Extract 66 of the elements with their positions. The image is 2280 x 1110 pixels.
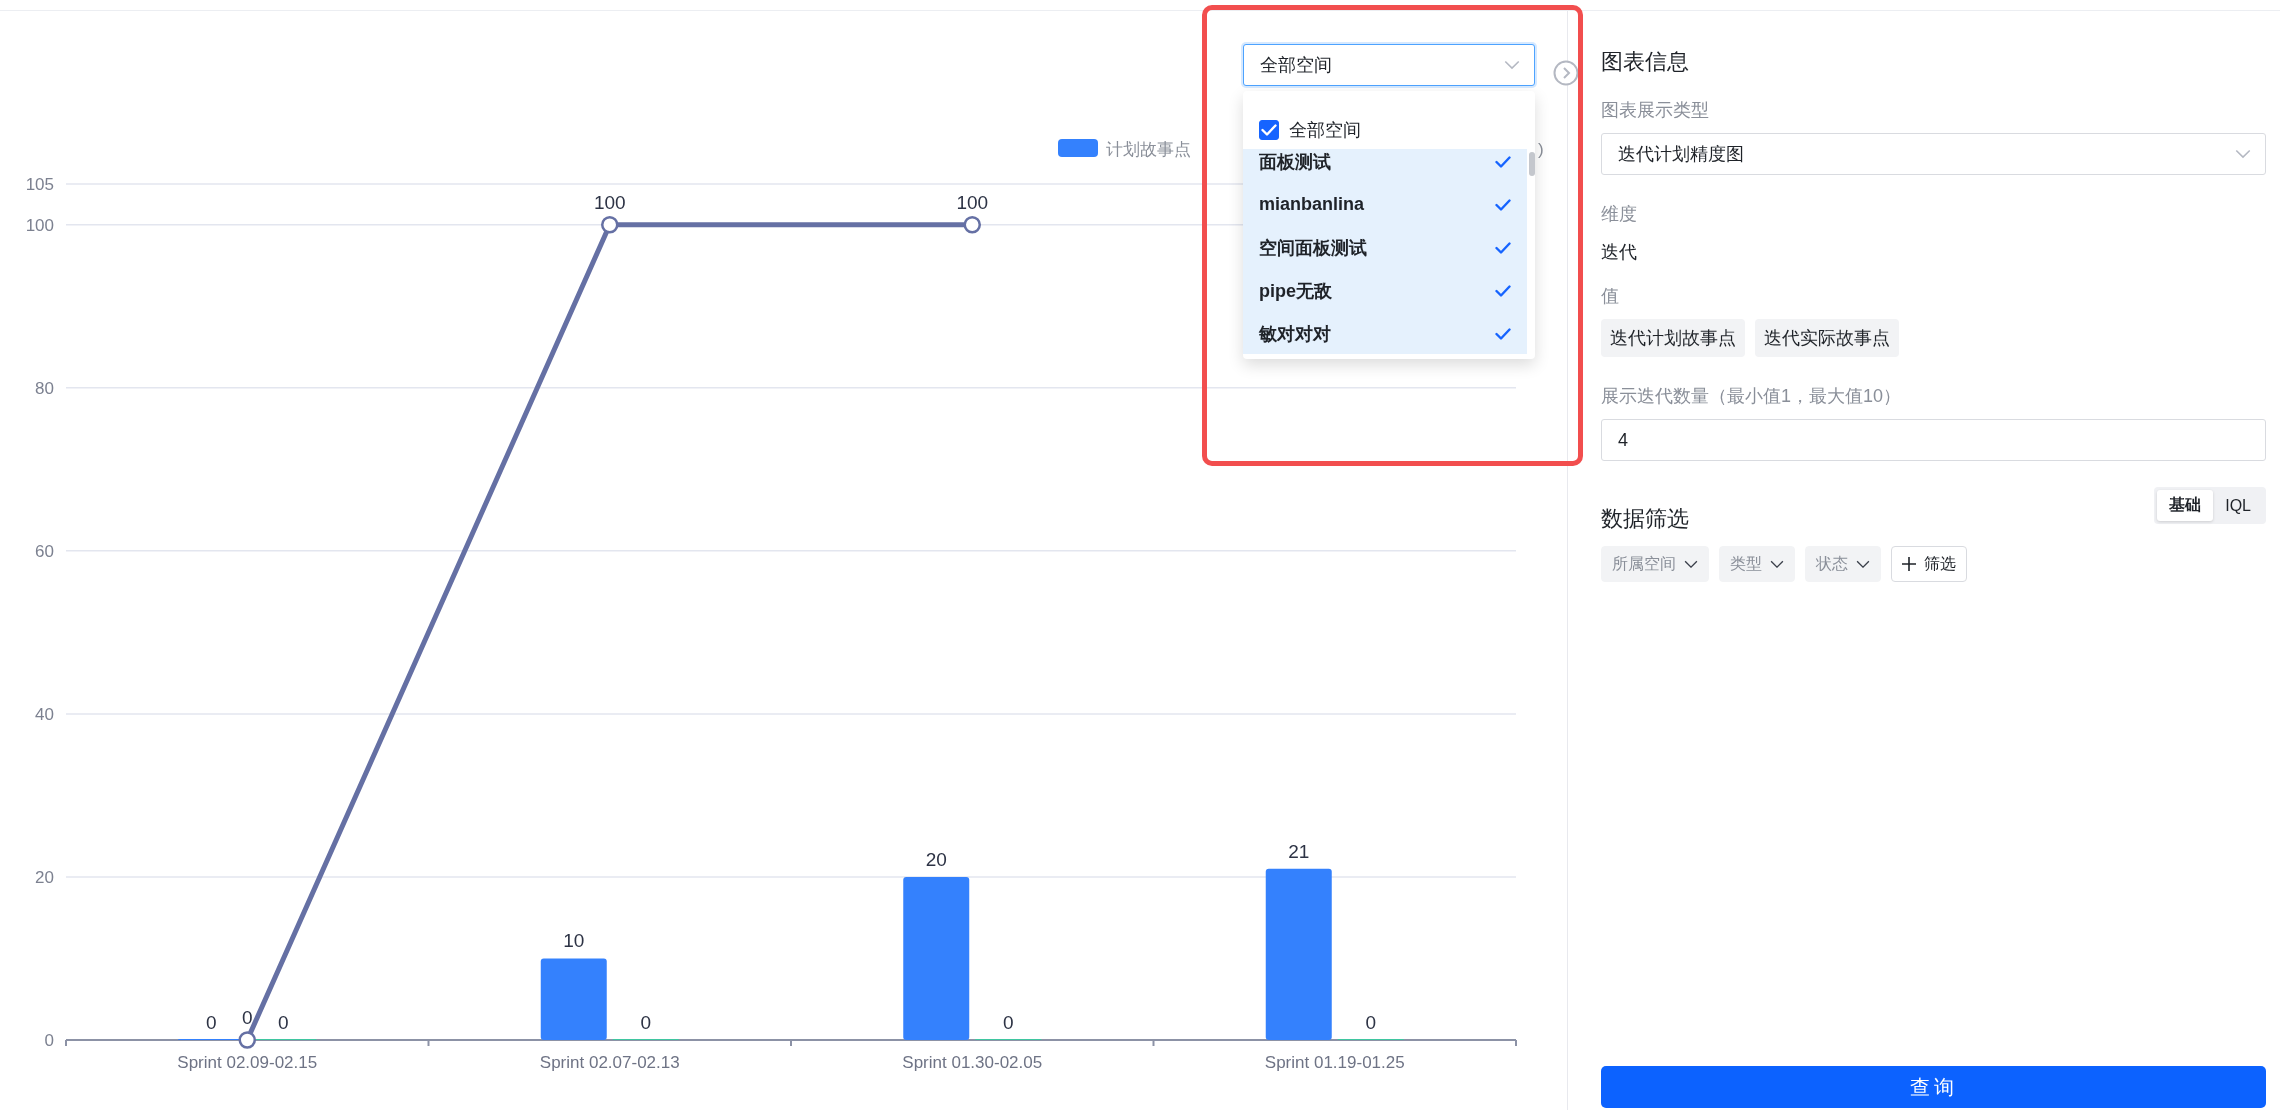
menu-item[interactable]: mianbanlina — [1243, 183, 1527, 226]
axis-label: 40 — [35, 704, 54, 724]
data-label: 10 — [563, 930, 585, 952]
axis-label: 105 — [25, 175, 54, 194]
axis-label: Sprint 01.19-01.25 — [1264, 1053, 1405, 1072]
menu-item[interactable]: 空间面板测试 — [1243, 226, 1527, 269]
check-icon — [1495, 198, 1511, 211]
add-filter-button[interactable]: 筛选 — [1891, 546, 1967, 582]
menu-item[interactable]: 面板测试 — [1243, 149, 1527, 183]
check-icon — [1495, 155, 1511, 168]
chevron-down-icon — [1504, 60, 1520, 70]
space-select[interactable]: 全部空间 — [1243, 44, 1535, 86]
chevron-down-icon — [2235, 149, 2251, 159]
axis-label: Sprint 02.07-02.13 — [539, 1053, 680, 1072]
menu-item[interactable]: 全部空间 — [1243, 91, 1535, 149]
field-label: 展示迭代数量（最小值1，最大值10） — [1601, 385, 1903, 408]
field-label: 图表展示类型 — [1601, 99, 1710, 122]
chevron-down-icon — [1684, 559, 1698, 569]
data-label: 0 — [1365, 1012, 1377, 1033]
data-label: 0 — [241, 1007, 253, 1028]
plus-icon — [1902, 557, 1916, 571]
menu-item[interactable]: 敏对对对 — [1243, 312, 1527, 354]
value-tag: 迭代计划故事点 — [1601, 319, 1745, 357]
option-label: 全部空间 — [1289, 119, 1361, 142]
data-point — [601, 216, 619, 234]
chevron-down-icon — [1770, 559, 1784, 569]
check-icon — [1495, 327, 1511, 340]
axis-label: 100 — [25, 215, 54, 235]
menu-item[interactable]: pipe无敌 — [1243, 269, 1527, 312]
count-input[interactable]: 4 — [1601, 419, 2266, 461]
data-label: 100 — [956, 191, 989, 213]
data-label: 100 — [593, 191, 626, 213]
query-button[interactable]: 查询 — [1601, 1066, 2266, 1108]
check-icon — [1495, 284, 1511, 297]
chevron-right-circle-icon[interactable] — [1553, 60, 1579, 86]
mode-tab[interactable]: 基础 — [2157, 490, 2214, 521]
legend-label: 计划故事点 — [1106, 140, 1191, 159]
field-label: 维度 — [1601, 203, 1638, 226]
check-icon — [1495, 241, 1511, 254]
axis-label: 0 — [44, 1031, 54, 1050]
legend-label: ) — [1538, 140, 1544, 159]
axis-label: 20 — [35, 867, 54, 887]
mode-tab[interactable]: IQL — [2213, 490, 2263, 521]
data-point — [963, 216, 981, 234]
axis-label: Sprint 01.30-02.05 — [902, 1053, 1043, 1072]
legend-swatch — [1058, 139, 1098, 157]
data-label: 0 — [277, 1012, 289, 1033]
data-label: 20 — [925, 848, 947, 870]
axis-label: 80 — [35, 378, 54, 398]
field-value: 迭代 — [1601, 241, 1638, 264]
checkbox[interactable] — [1259, 120, 1279, 140]
axis-label: 60 — [35, 541, 54, 561]
field-label: 值 — [1601, 285, 1620, 308]
check-icon — [1261, 124, 1277, 136]
data-label: 0 — [205, 1012, 217, 1033]
data-label: 0 — [640, 1012, 652, 1033]
data-point — [238, 1031, 256, 1049]
scrollbar-thumb[interactable] — [1529, 152, 1535, 176]
section-title: 数据筛选 — [1601, 505, 1689, 533]
value-tag: 迭代实际故事点 — [1755, 319, 1899, 357]
panel-title: 图表信息 — [1601, 48, 1690, 76]
axis-label: Sprint 02.09-02.15 — [177, 1053, 318, 1072]
chart-type-select[interactable]: 迭代计划精度图 — [1601, 133, 2266, 175]
data-label: 0 — [1002, 1012, 1014, 1033]
data-label: 21 — [1288, 840, 1310, 862]
chevron-down-icon — [1856, 559, 1870, 569]
